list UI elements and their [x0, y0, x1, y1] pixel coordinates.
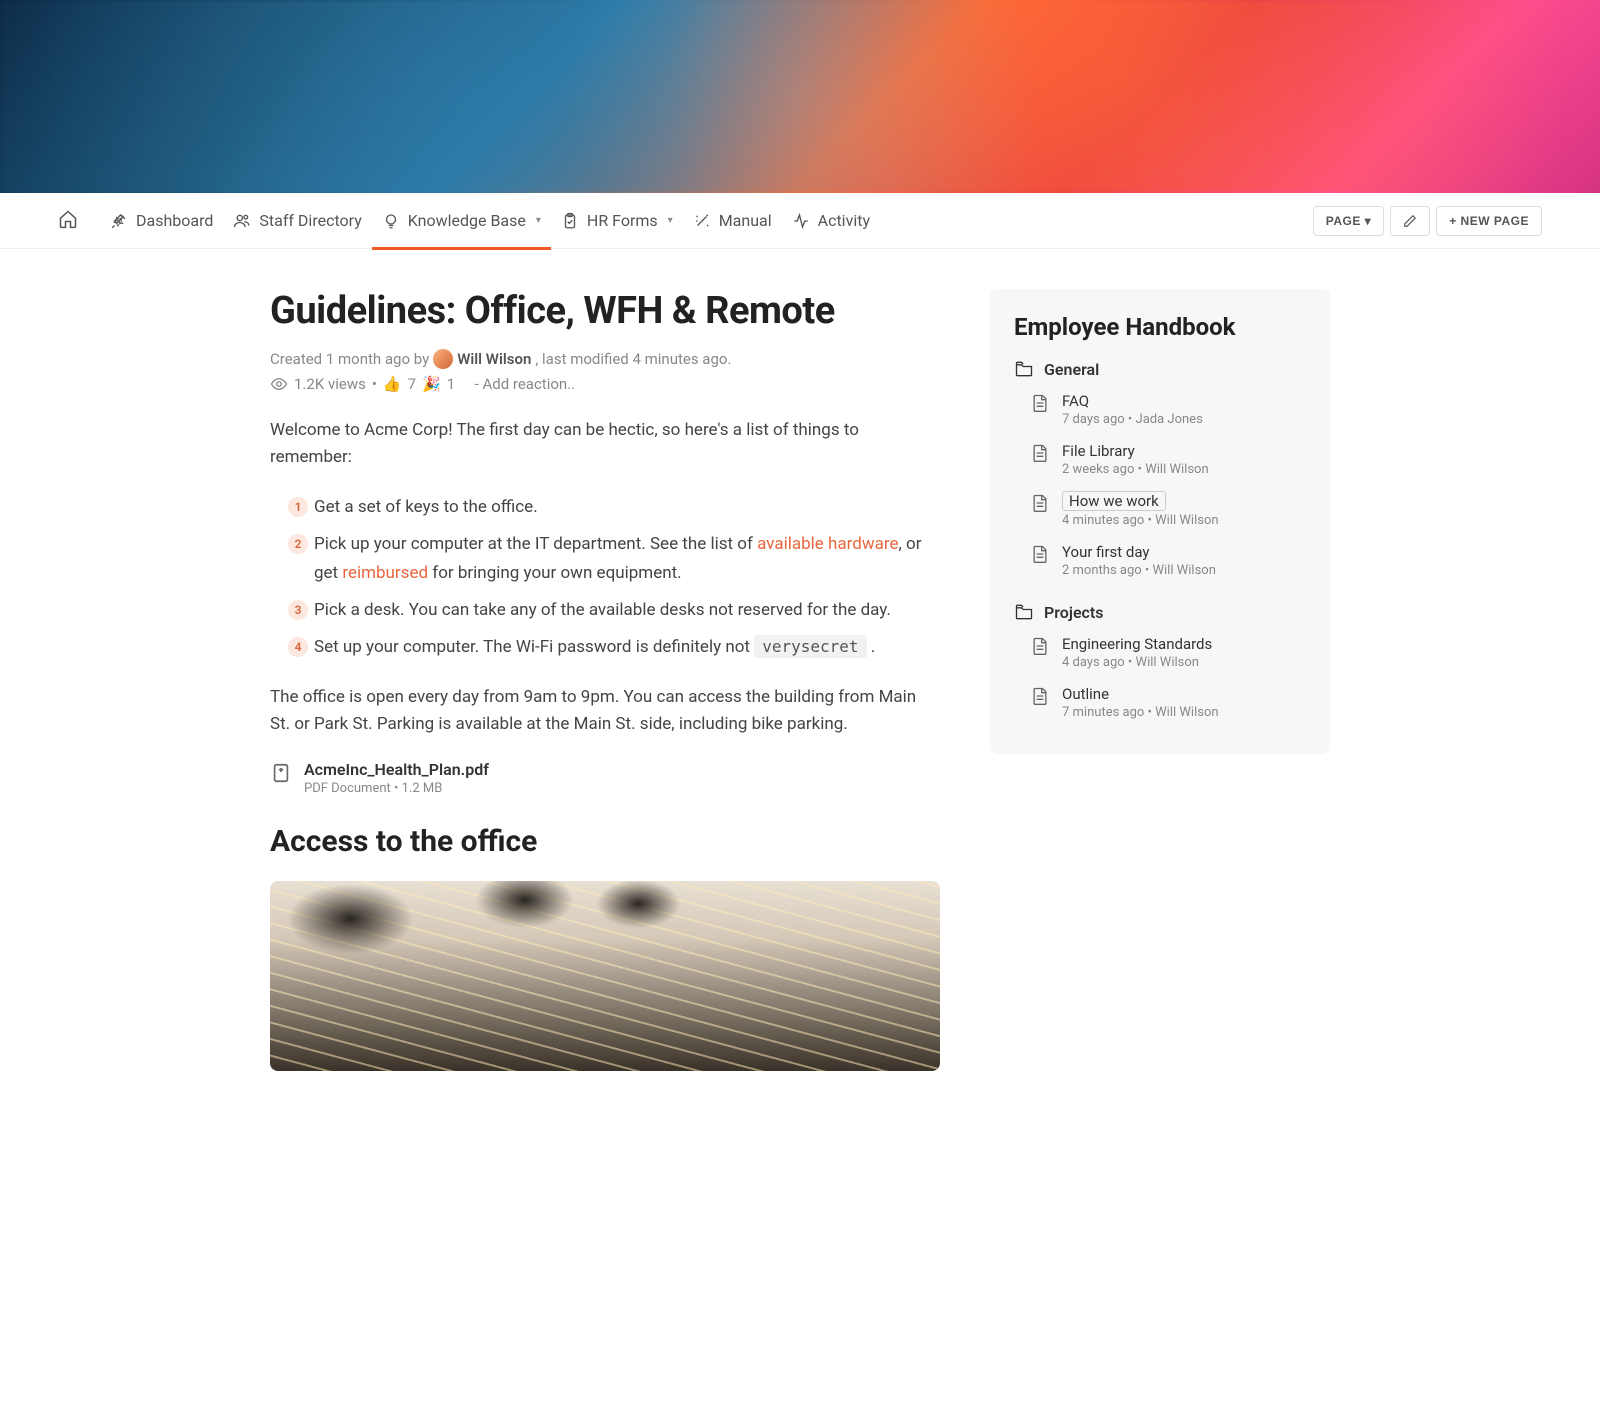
home-icon[interactable] [58, 209, 78, 233]
doc-title: FAQ [1062, 392, 1089, 410]
step-item: Get a set of keys to the office. [292, 493, 940, 522]
nav-hr-forms[interactable]: HR Forms ▾ [551, 194, 683, 250]
doc-item[interactable]: File Library 2 weeks ago • Will Wilson [1014, 437, 1306, 487]
folder-label: Projects [1044, 603, 1104, 622]
sidebar-title: Employee Handbook [1014, 313, 1306, 341]
step-item: Pick a desk. You can take any of the ava… [292, 596, 940, 625]
step-item: Pick up your computer at the IT departme… [292, 530, 940, 588]
author-name[interactable]: Will Wilson [457, 350, 531, 368]
doc-meta: 7 minutes ago • Will Wilson [1062, 705, 1219, 720]
nav-label: Staff Directory [259, 211, 361, 230]
document-icon [1030, 686, 1050, 706]
wand-icon [693, 212, 711, 230]
document-icon [1030, 636, 1050, 656]
clipboard-icon [561, 212, 579, 230]
doc-meta: 2 weeks ago • Will Wilson [1062, 462, 1209, 477]
step-item: Set up your computer. The Wi-Fi password… [292, 633, 940, 662]
eye-icon [270, 375, 288, 393]
views-count: 1.2K views [294, 375, 366, 393]
attachment-name: AcmeInc_Health_Plan.pdf [304, 760, 489, 779]
doc-title: Engineering Standards [1062, 635, 1212, 653]
page-dropdown-button[interactable]: PAGE ▾ [1313, 206, 1384, 236]
nav-knowledge-base[interactable]: Knowledge Base ▾ [372, 194, 551, 250]
hours-text: The office is open every day from 9am to… [270, 684, 940, 738]
pin-icon [110, 212, 128, 230]
folder-label: General [1044, 360, 1099, 379]
sidebar-handbook: Employee Handbook General FAQ 7 days ago … [990, 289, 1330, 754]
attachment-meta: PDF Document • 1.2 MB [304, 781, 489, 796]
section-heading: Access to the office [270, 824, 940, 859]
modified-text: , last modified 4 minutes ago. [535, 350, 731, 368]
nav-label: Manual [719, 211, 772, 230]
doc-item[interactable]: How we work 4 minutes ago • Will Wilson [1014, 487, 1306, 538]
link-available-hardware[interactable]: available hardware [757, 534, 898, 554]
page-meta: Created 1 month ago by Will Wilson, last… [270, 349, 940, 369]
doc-item[interactable]: Your first day 2 months ago • Will Wilson [1014, 538, 1306, 588]
folder-general[interactable]: General [1014, 359, 1306, 379]
doc-title: Outline [1062, 685, 1109, 703]
nav-activity[interactable]: Activity [782, 194, 880, 250]
page-stats: 1.2K views • 👍 7 🎉 1 - Add reaction.. [270, 375, 940, 393]
created-text: Created 1 month ago by [270, 350, 429, 368]
doc-meta: 4 days ago • Will Wilson [1062, 655, 1212, 670]
office-photo [270, 881, 940, 1071]
reaction-count: 7 [408, 375, 416, 393]
link-reimbursed[interactable]: reimbursed [342, 563, 428, 583]
folder-projects[interactable]: Projects [1014, 602, 1306, 622]
bulb-icon [382, 212, 400, 230]
bullet: • [372, 375, 377, 393]
hero-banner [0, 0, 1600, 193]
nav-label: Activity [818, 211, 870, 230]
document-icon [1030, 493, 1050, 513]
confetti-emoji[interactable]: 🎉 [422, 375, 441, 393]
doc-meta: 2 months ago • Will Wilson [1062, 563, 1216, 578]
doc-item[interactable]: FAQ 7 days ago • Jada Jones [1014, 387, 1306, 437]
edit-button[interactable] [1390, 206, 1430, 236]
intro-text: Welcome to Acme Corp! The first day can … [270, 417, 940, 471]
page-title: Guidelines: Office, WFH & Remote [270, 289, 940, 333]
doc-title: File Library [1062, 442, 1135, 460]
main-content: Guidelines: Office, WFH & Remote Created… [270, 289, 940, 1071]
nav-label: Knowledge Base [408, 211, 526, 230]
folder-icon [1014, 359, 1034, 379]
doc-title: How we work [1062, 491, 1166, 511]
nav-staff-directory[interactable]: Staff Directory [223, 194, 371, 250]
reaction-count: 1 [447, 375, 455, 393]
doc-title: Your first day [1062, 543, 1150, 561]
new-page-button[interactable]: + NEW PAGE [1436, 206, 1542, 236]
avatar [433, 349, 453, 369]
chevron-down-icon: ▾ [536, 215, 541, 226]
document-icon [1030, 443, 1050, 463]
people-icon [233, 212, 251, 230]
folder-icon [1014, 602, 1034, 622]
add-reaction-button[interactable]: - Add reaction.. [475, 375, 576, 393]
nav-label: HR Forms [587, 211, 658, 230]
pencil-icon [1403, 214, 1417, 228]
nav-manual[interactable]: Manual [683, 194, 782, 250]
document-icon [1030, 393, 1050, 413]
doc-meta: 7 days ago • Jada Jones [1062, 412, 1203, 427]
activity-icon [792, 212, 810, 230]
doc-item[interactable]: Engineering Standards 4 days ago • Will W… [1014, 630, 1306, 680]
wifi-password-code: verysecret [754, 635, 866, 658]
attachment[interactable]: AcmeInc_Health_Plan.pdf PDF Document • 1… [270, 760, 940, 796]
nav-label: Dashboard [136, 211, 213, 230]
thumb-emoji[interactable]: 👍 [383, 375, 402, 393]
doc-meta: 4 minutes ago • Will Wilson [1062, 513, 1219, 528]
steps-list: Get a set of keys to the office. Pick up… [270, 493, 940, 661]
file-icon [270, 762, 292, 788]
nav-dashboard[interactable]: Dashboard [100, 194, 223, 250]
document-icon [1030, 544, 1050, 564]
chevron-down-icon: ▾ [668, 215, 673, 226]
doc-item[interactable]: Outline 7 minutes ago • Will Wilson [1014, 680, 1306, 730]
navbar: Dashboard Staff Directory Knowledge Base… [0, 193, 1600, 249]
